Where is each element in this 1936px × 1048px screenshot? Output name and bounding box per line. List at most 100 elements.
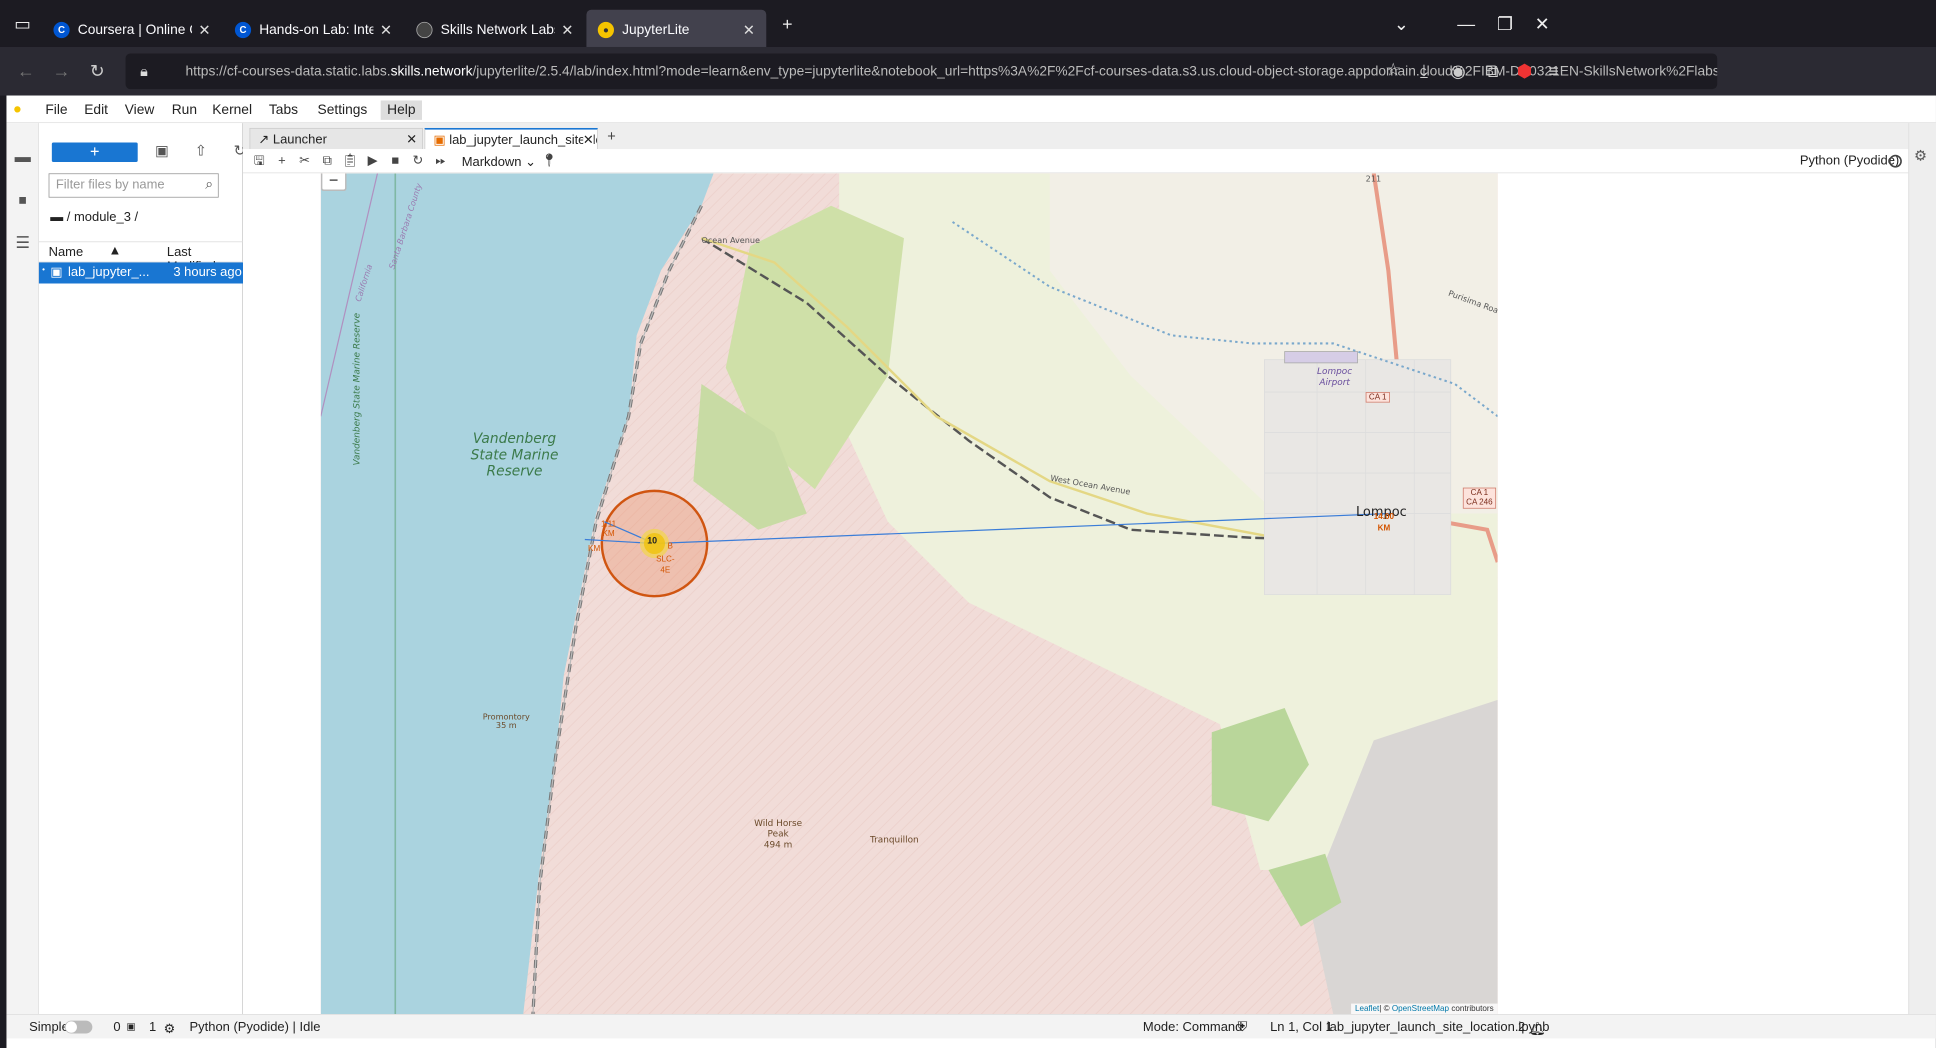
file-browser: + ▣ ⇧ ↻ Filter files by name ⌕ ▬ / modul… <box>38 123 246 1015</box>
menu-edit[interactable]: Edit <box>78 100 115 119</box>
kernel-status[interactable]: Python (Pyodide) | Idle <box>190 1021 321 1036</box>
trusted-icon: ⛨ <box>1237 1020 1248 1035</box>
new-tab-icon[interactable]: + <box>601 128 622 147</box>
tab-notebook[interactable]: ▣ lab_jupyter_launch_site_locat ✕ <box>424 127 598 150</box>
status-bar: Simple 0 ▣ 1 ⚙ Python (Pyodide) | Idle M… <box>6 1014 1936 1039</box>
downloads-icon[interactable]: ⤓ <box>1409 58 1438 84</box>
label-wild-horse-peak: Wild Horse Peak 494 m <box>754 818 802 850</box>
tab-launcher[interactable]: ↗ Launcher ✕ <box>249 127 423 150</box>
close-tab-icon[interactable]: ✕ <box>406 131 417 147</box>
bookmark-star-icon[interactable]: ☆ <box>1379 57 1408 83</box>
insert-cell-icon[interactable]: + <box>271 152 294 170</box>
document-tab-bar: ↗ Launcher ✕ ▣ lab_jupyter_launch_site_l… <box>243 123 1936 150</box>
menu-kernel[interactable]: Kernel <box>206 100 259 119</box>
back-icon[interactable]: ← <box>11 58 40 84</box>
label-line: 494 m <box>763 839 793 850</box>
map-svg <box>320 173 1498 1015</box>
running-kernels-icon[interactable]: ⏹ <box>11 190 34 213</box>
zoom-out-button[interactable]: − <box>320 173 347 192</box>
app-menu-icon[interactable]: ≡ <box>1539 58 1568 84</box>
coursera-favicon-icon: C <box>53 21 70 39</box>
bell-icon[interactable]: 🔔︎ <box>1529 1021 1545 1037</box>
browser-tab-coursera[interactable]: C Coursera | Online Courses From ✕ <box>42 10 222 51</box>
restart-icon[interactable]: ↻ <box>407 152 430 170</box>
cell-type-value: Markdown <box>461 155 522 170</box>
menu-file[interactable]: File <box>39 100 74 119</box>
terminals-count[interactable]: 0 <box>113 1021 120 1036</box>
label-line: Peak <box>767 828 789 840</box>
new-tab-icon[interactable]: + <box>771 11 803 37</box>
browser-tab-skills-network[interactable]: Skills Network Labs ✕ <box>405 10 585 51</box>
label-tranquillon: Tranquillon <box>869 834 919 845</box>
extensions-icon[interactable]: ⧉ <box>1477 58 1506 84</box>
distance-value: 1.11 <box>601 520 617 529</box>
kernels-count[interactable]: 1 <box>149 1021 156 1036</box>
terminal-icon: ▣ <box>126 1020 136 1032</box>
stop-icon[interactable]: ■ <box>384 152 407 170</box>
new-folder-icon[interactable]: ▣ <box>151 143 174 162</box>
forward-icon[interactable]: → <box>47 58 76 84</box>
distance-unit: KM <box>602 529 615 539</box>
upload-icon[interactable]: ⇧ <box>190 143 213 162</box>
file-name: lab_jupyter_... <box>68 265 150 280</box>
save-icon[interactable]: 🖫︎ <box>248 152 271 170</box>
property-inspector-icon[interactable]: ⚙ <box>1914 147 1927 164</box>
kernel-name[interactable]: Python (Pyodide) <box>1800 154 1899 169</box>
minimize-icon[interactable]: — <box>1450 11 1482 37</box>
coursera-favicon-icon: C <box>234 21 252 39</box>
close-window-icon[interactable]: ✕ <box>1526 11 1558 37</box>
run-icon[interactable]: ▶ <box>361 152 384 170</box>
attribution-separator: | © <box>1379 1004 1392 1014</box>
copy-icon[interactable]: ⧉ <box>316 152 339 170</box>
list-all-tabs-icon[interactable]: ⌄ <box>1385 11 1417 37</box>
leaflet-link[interactable]: Leaflet <box>1355 1004 1379 1013</box>
label-line: Reserve <box>486 463 543 480</box>
account-icon[interactable]: ◉ <box>1443 58 1472 84</box>
distance-label-lompoc: 14.00 KM <box>1374 512 1394 535</box>
run-all-icon[interactable]: ⏩︎ <box>429 152 452 170</box>
menu-run[interactable]: Run <box>165 100 203 119</box>
browser-tab-jupyterlite[interactable]: ● JupyterLite ✕ <box>586 9 767 51</box>
file-modified: 3 hours ago <box>173 265 242 280</box>
cut-icon[interactable]: ✂ <box>293 152 316 170</box>
simple-mode-toggle[interactable] <box>64 1020 93 1034</box>
distance-label-coast: 1.11 KM <box>601 520 616 539</box>
browser-tab-title: Hands-on Lab: Interactive Visua <box>259 21 373 38</box>
table-of-contents-icon[interactable]: ☰ <box>11 232 34 255</box>
new-launcher-button[interactable]: + <box>51 142 138 162</box>
column-name[interactable]: Name <box>49 245 84 260</box>
file-filter-input[interactable]: Filter files by name ⌕ <box>48 173 219 198</box>
cursor-position[interactable]: Ln 1, Col 1 <box>1270 1021 1333 1036</box>
ublock-icon[interactable]: ⬢ <box>1510 58 1539 84</box>
file-row[interactable]: • ▣ lab_jupyter_... 3 hours ago <box>38 262 243 284</box>
cell-type-select[interactable]: Markdown ⌄ <box>462 154 536 170</box>
browser-tab-hands-on-lab[interactable]: C Hands-on Lab: Interactive Visua ✕ <box>224 10 404 51</box>
notebook-panel: − Vandenberg State Marine Reserve Lompoc… <box>243 173 1909 1015</box>
marker-cluster-count[interactable]: 10 <box>647 536 657 546</box>
label-marine-reserve-vertical: Vandenberg State Marine Reserve <box>351 312 362 466</box>
url-host: https://cf-courses-data.static.labs. <box>185 63 391 79</box>
menu-settings[interactable]: Settings <box>311 100 374 119</box>
folder-icon[interactable]: ▬ <box>11 146 34 169</box>
lock-icon[interactable]: 🔒︎ <box>140 53 148 89</box>
osm-link[interactable]: OpenStreetMap <box>1392 1004 1449 1013</box>
file-list-header: Name ▲ Last Modified <box>38 241 243 274</box>
restore-icon[interactable]: ❐ <box>1489 11 1521 37</box>
close-tab-icon[interactable]: ✕ <box>582 132 594 149</box>
folium-map[interactable]: − Vandenberg State Marine Reserve Lompoc… <box>320 173 1498 1015</box>
paste-icon[interactable]: 📋︎ <box>339 152 362 170</box>
pin-icon[interactable]: 📍︎ <box>538 152 561 170</box>
close-tab-icon[interactable]: ✕ <box>198 21 210 38</box>
reload-icon[interactable]: ↻ <box>83 58 112 84</box>
notification-count[interactable]: 2 <box>1518 1021 1525 1036</box>
close-tab-icon[interactable]: ✕ <box>743 21 755 38</box>
menu-tabs[interactable]: Tabs <box>262 100 304 119</box>
menu-view[interactable]: View <box>118 100 161 119</box>
label-line: State Marine <box>470 447 559 464</box>
label-line: CA 246 <box>1466 498 1493 508</box>
tab-list-icon[interactable]: ▭ <box>6 11 38 37</box>
breadcrumb[interactable]: ▬ / module_3 / <box>50 211 138 226</box>
close-tab-icon[interactable]: ✕ <box>561 21 573 38</box>
close-tab-icon[interactable]: ✕ <box>380 21 392 38</box>
menu-help[interactable]: Help <box>380 100 422 120</box>
